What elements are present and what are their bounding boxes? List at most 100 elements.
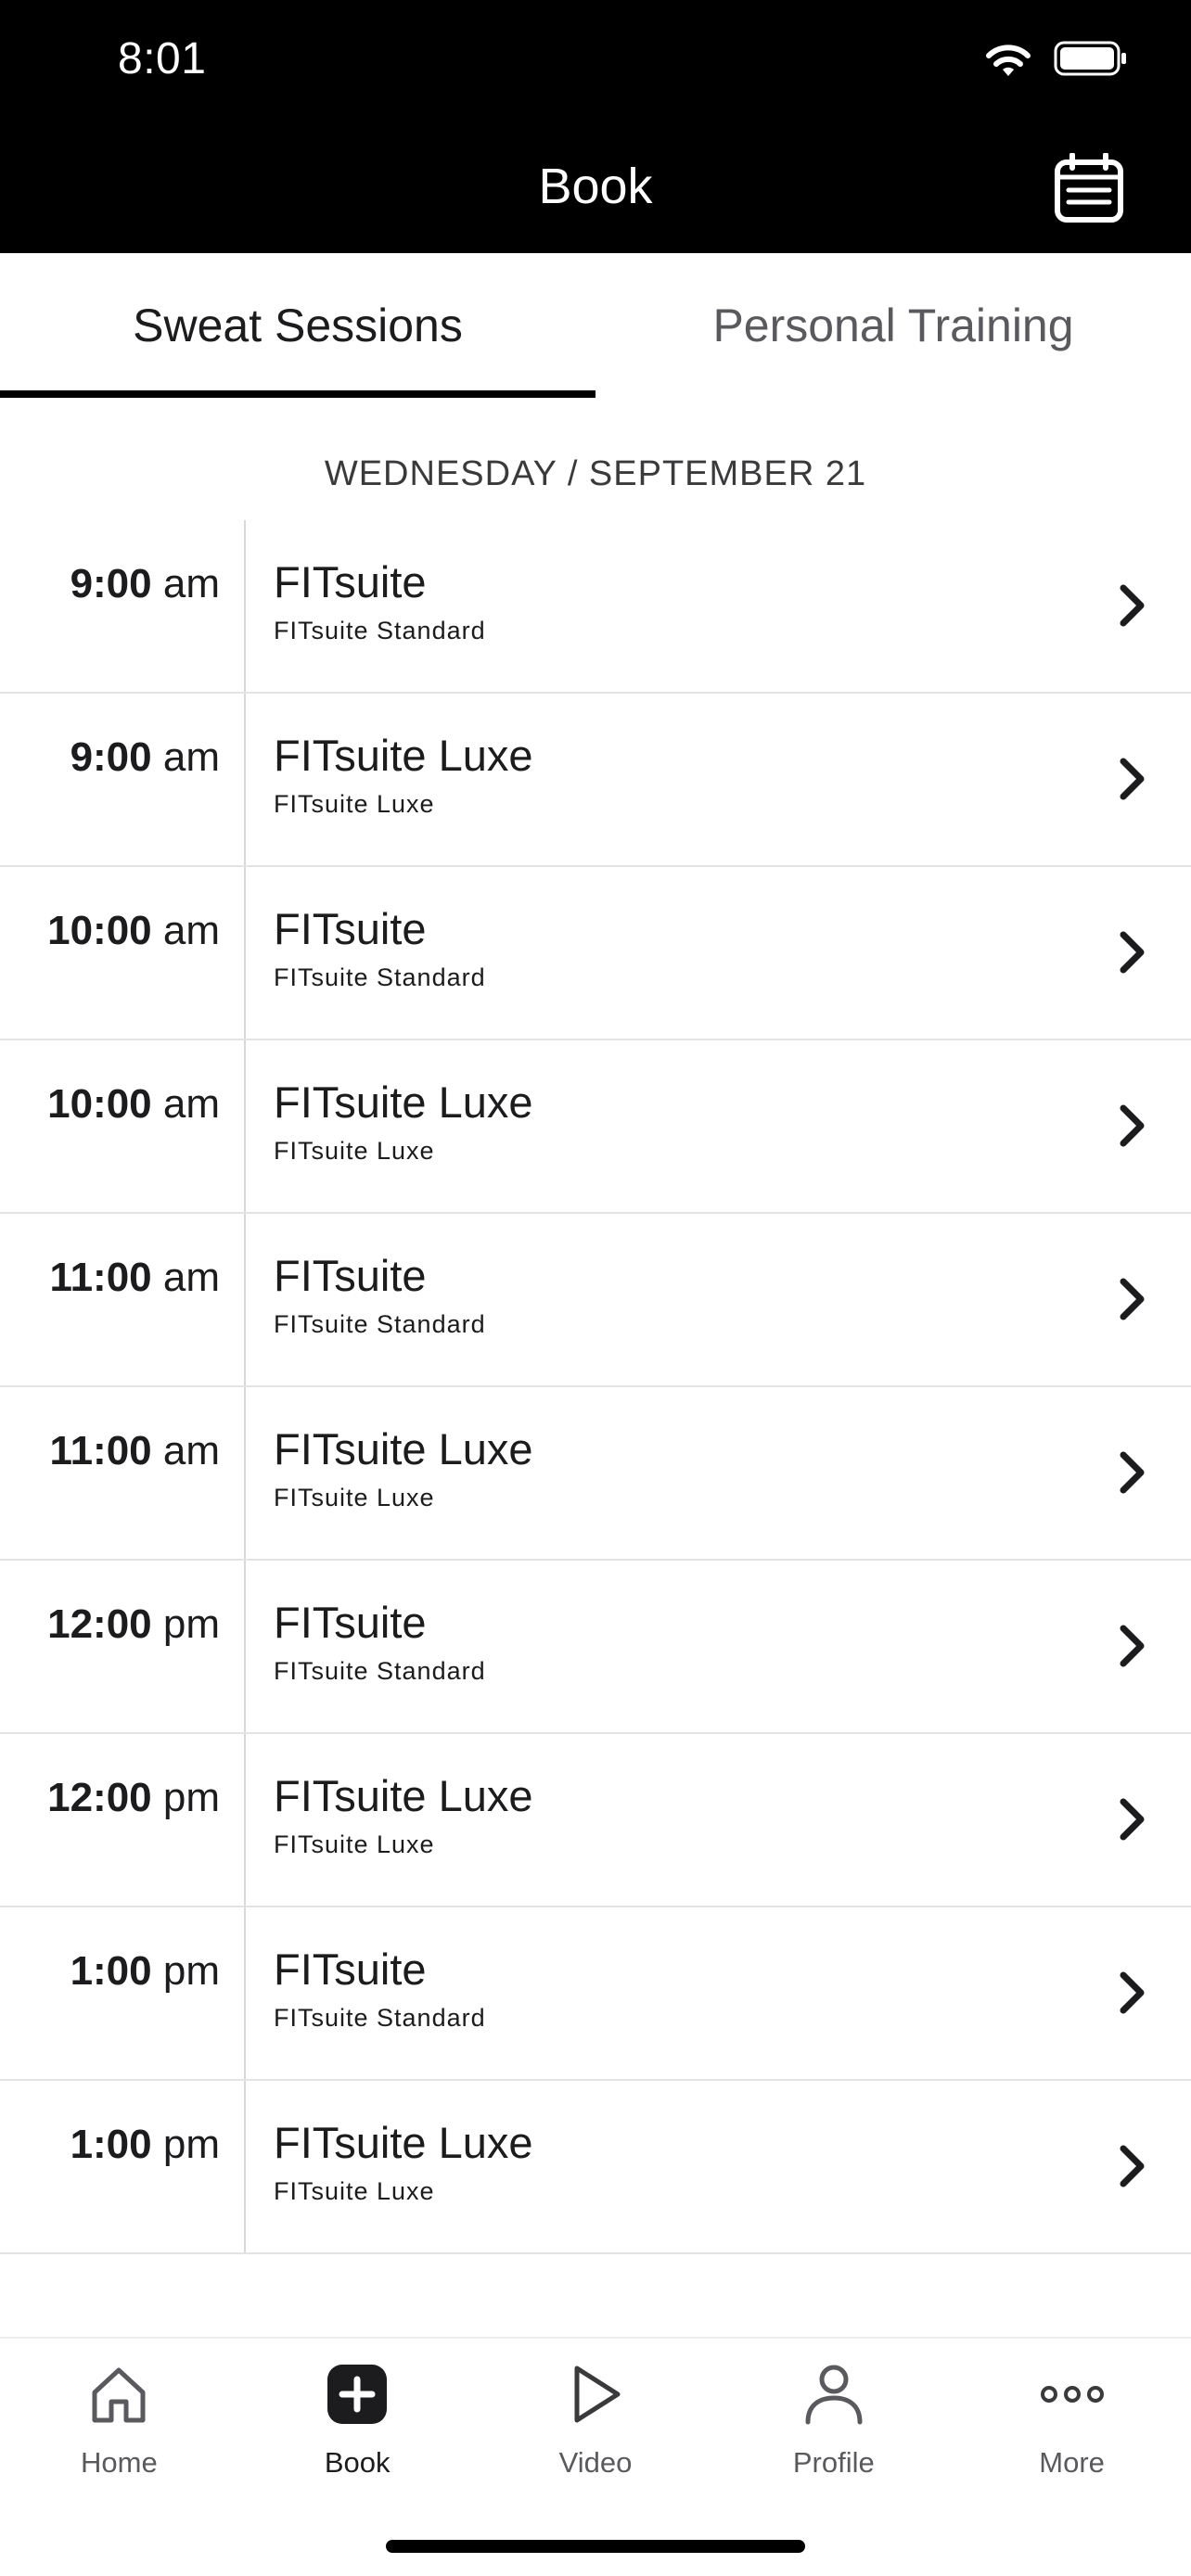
session-info: FITsuite Luxe FITsuite Luxe bbox=[274, 2118, 533, 2206]
session-type: FITsuite Luxe bbox=[274, 1830, 435, 1859]
person-icon bbox=[800, 2361, 867, 2428]
wifi-icon bbox=[985, 44, 1031, 78]
chevron-right-icon bbox=[1120, 1625, 1145, 1667]
chevron-right-icon bbox=[1120, 1798, 1145, 1841]
session-info: FITsuite Luxe FITsuite Luxe bbox=[274, 1078, 533, 1166]
tabbar-label: Video bbox=[558, 2446, 633, 2479]
session-info: FITsuite FITsuite Standard bbox=[274, 904, 486, 992]
session-row[interactable]: 9:00 am FITsuite FITsuite Standard bbox=[0, 520, 1191, 694]
session-name: FITsuite Luxe bbox=[274, 1424, 533, 1473]
chevron-right-icon bbox=[1120, 931, 1145, 974]
tabbar-label: Book bbox=[324, 2446, 391, 2479]
tab-sweat-sessions[interactable]: Sweat Sessions bbox=[0, 253, 596, 398]
chevron-right-icon bbox=[1120, 1104, 1145, 1147]
session-time: 9:00 am bbox=[70, 734, 220, 780]
time-column: 9:00 am bbox=[0, 520, 246, 692]
tab-label: Sweat Sessions bbox=[133, 300, 463, 351]
session-type: FITsuite Luxe bbox=[274, 1484, 435, 1512]
session-type: FITsuite Standard bbox=[274, 617, 486, 645]
time-column: 12:00 pm bbox=[0, 1561, 246, 1732]
session-row[interactable]: 12:00 pm FITsuite FITsuite Standard bbox=[0, 1561, 1191, 1734]
app-root: 8:01 Book Sweat Sessions Personal Traini… bbox=[0, 0, 1191, 2576]
session-info: FITsuite Luxe FITsuite Luxe bbox=[274, 1424, 533, 1512]
home-icon bbox=[85, 2361, 152, 2428]
session-row[interactable]: 10:00 am FITsuite Luxe FITsuite Luxe bbox=[0, 1040, 1191, 1214]
session-type: FITsuite Standard bbox=[274, 1310, 486, 1339]
session-name: FITsuite bbox=[274, 557, 427, 606]
more-dots-icon bbox=[1039, 2361, 1106, 2428]
session-name: FITsuite bbox=[274, 1945, 427, 1994]
calendar-button[interactable] bbox=[1054, 152, 1124, 223]
status-icons bbox=[985, 41, 1128, 81]
session-name: FITsuite Luxe bbox=[274, 731, 533, 780]
session-info: FITsuite FITsuite Standard bbox=[274, 1251, 486, 1339]
time-column: 1:00 pm bbox=[0, 1907, 246, 2079]
session-info: FITsuite Luxe FITsuite Luxe bbox=[274, 1771, 533, 1859]
tabbar-item-book[interactable]: Book bbox=[238, 2339, 477, 2480]
session-time: 10:00 am bbox=[47, 908, 220, 953]
session-name: FITsuite bbox=[274, 1598, 427, 1647]
session-info: FITsuite FITsuite Standard bbox=[274, 1598, 486, 1686]
session-type: FITsuite Luxe bbox=[274, 1137, 435, 1166]
session-list: 9:00 am FITsuite FITsuite Standard 9:00 … bbox=[0, 520, 1191, 2254]
tabbar-label: More bbox=[1039, 2446, 1105, 2479]
tabbar-item-profile[interactable]: Profile bbox=[714, 2339, 953, 2480]
tabbar-label: Profile bbox=[792, 2446, 875, 2479]
session-type: FITsuite Standard bbox=[274, 963, 486, 992]
chevron-right-icon bbox=[1120, 758, 1145, 800]
session-time: 1:00 pm bbox=[70, 1948, 220, 1994]
session-name: FITsuite bbox=[274, 904, 427, 953]
status-time: 8:01 bbox=[118, 34, 207, 83]
session-row[interactable]: 9:00 am FITsuite Luxe FITsuite Luxe bbox=[0, 694, 1191, 867]
session-name: FITsuite Luxe bbox=[274, 2118, 533, 2167]
session-name: FITsuite Luxe bbox=[274, 1771, 533, 1820]
segment-tabs: Sweat Sessions Personal Training bbox=[0, 253, 1191, 398]
tabbar-item-more[interactable]: More bbox=[953, 2339, 1191, 2480]
time-column: 12:00 pm bbox=[0, 1734, 246, 1906]
chevron-right-icon bbox=[1120, 1971, 1145, 2014]
session-type: FITsuite Standard bbox=[274, 2004, 486, 2033]
session-time: 12:00 pm bbox=[47, 1601, 220, 1647]
tab-personal-training[interactable]: Personal Training bbox=[596, 253, 1191, 398]
session-row[interactable]: 10:00 am FITsuite FITsuite Standard bbox=[0, 867, 1191, 1040]
session-time: 10:00 am bbox=[47, 1081, 220, 1127]
session-info: FITsuite FITsuite Standard bbox=[274, 557, 486, 645]
session-row[interactable]: 1:00 pm FITsuite Luxe FITsuite Luxe bbox=[0, 2081, 1191, 2254]
home-indicator[interactable] bbox=[386, 2540, 805, 2553]
chevron-right-icon bbox=[1120, 1278, 1145, 1320]
session-type: FITsuite Luxe bbox=[274, 790, 435, 819]
tabbar-item-video[interactable]: Video bbox=[477, 2339, 715, 2480]
session-time: 1:00 pm bbox=[70, 2122, 220, 2167]
play-icon bbox=[562, 2361, 629, 2428]
calendar-icon bbox=[1055, 152, 1123, 223]
session-type: FITsuite Luxe bbox=[274, 2177, 435, 2206]
session-info: FITsuite FITsuite Standard bbox=[274, 1945, 486, 2033]
time-column: 1:00 pm bbox=[0, 2081, 246, 2252]
session-row[interactable]: 11:00 am FITsuite Luxe FITsuite Luxe bbox=[0, 1387, 1191, 1561]
session-row[interactable]: 11:00 am FITsuite FITsuite Standard bbox=[0, 1214, 1191, 1387]
tabbar-item-home[interactable]: Home bbox=[0, 2339, 238, 2480]
chevron-right-icon bbox=[1120, 1451, 1145, 1494]
plus-square-icon bbox=[324, 2361, 391, 2428]
time-column: 11:00 am bbox=[0, 1214, 246, 1385]
time-column: 11:00 am bbox=[0, 1387, 246, 1559]
time-column: 9:00 am bbox=[0, 694, 246, 865]
tab-label: Personal Training bbox=[712, 300, 1074, 351]
session-row[interactable]: 12:00 pm FITsuite Luxe FITsuite Luxe bbox=[0, 1734, 1191, 1907]
session-row[interactable]: 1:00 pm FITsuite FITsuite Standard bbox=[0, 1907, 1191, 2081]
date-header: WEDNESDAY / SEPTEMBER 21 bbox=[324, 454, 867, 493]
time-column: 10:00 am bbox=[0, 1040, 246, 1212]
time-column: 10:00 am bbox=[0, 867, 246, 1039]
session-time: 11:00 am bbox=[49, 1428, 220, 1473]
session-name: FITsuite bbox=[274, 1251, 427, 1300]
page-title: Book bbox=[538, 159, 653, 214]
battery-icon bbox=[1054, 41, 1128, 81]
session-time: 12:00 pm bbox=[47, 1775, 220, 1820]
session-time: 9:00 am bbox=[70, 561, 220, 606]
session-info: FITsuite Luxe FITsuite Luxe bbox=[274, 731, 533, 819]
chevron-right-icon bbox=[1120, 2145, 1145, 2187]
tabbar-label: Home bbox=[81, 2446, 158, 2479]
session-type: FITsuite Standard bbox=[274, 1657, 486, 1686]
app-header: 8:01 Book bbox=[0, 0, 1191, 253]
active-tab-indicator bbox=[0, 390, 596, 398]
